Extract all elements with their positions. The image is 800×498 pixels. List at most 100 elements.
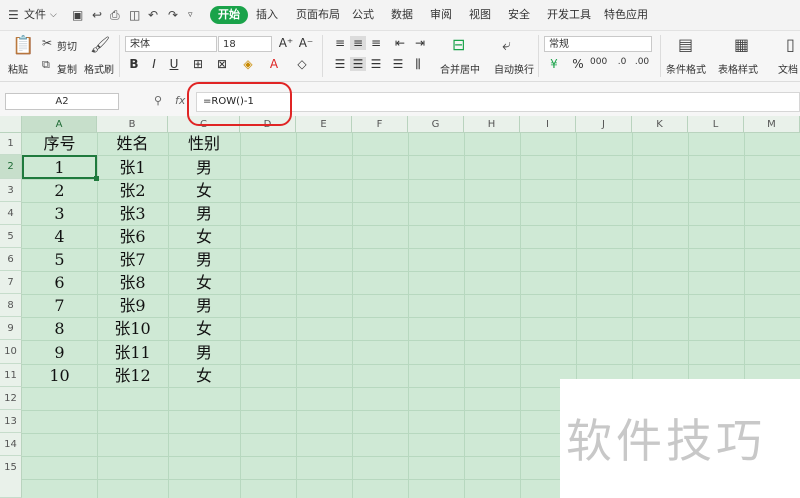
cell-b5[interactable]: 张6 <box>97 225 168 248</box>
border-icon[interactable]: ⊞ <box>190 57 206 71</box>
tab-home[interactable]: 开始 <box>210 6 248 24</box>
cell-a9[interactable]: 8 <box>22 317 97 340</box>
decimal-decrease-icon[interactable]: .00 <box>634 57 650 67</box>
column-header-i[interactable]: I <box>520 116 576 133</box>
zoom-icon[interactable]: ⚲ <box>154 94 162 107</box>
strikethrough-icon[interactable]: ⊠ <box>214 57 230 71</box>
cell-a7[interactable]: 6 <box>22 271 97 294</box>
scissors-icon[interactable]: ✂ <box>42 36 52 50</box>
cell-c4[interactable]: 男 <box>168 202 240 225</box>
clear-format-icon[interactable]: ◇ <box>294 57 310 71</box>
cell-c1[interactable]: 性别 <box>168 133 240 155</box>
align-left-icon[interactable]: ☰ <box>332 57 348 71</box>
cell-b9[interactable]: 张10 <box>97 317 168 340</box>
merge-center-button[interactable]: 合并居中 <box>440 61 480 76</box>
format-painter-icon[interactable]: 🖌 <box>90 35 110 54</box>
paste-button[interactable]: 粘贴 <box>8 61 28 76</box>
font-color-icon[interactable]: A <box>266 57 282 71</box>
save-icon[interactable]: ▣ <box>72 0 83 30</box>
table-style-button[interactable]: 表格样式 <box>718 61 758 76</box>
column-header-j[interactable]: J <box>576 116 632 133</box>
tab-security[interactable]: 安全 <box>508 0 530 30</box>
file-menu[interactable]: 文件 <box>24 0 46 30</box>
cell-b8[interactable]: 张9 <box>97 294 168 317</box>
cell-c9[interactable]: 女 <box>168 317 240 340</box>
cell-b3[interactable]: 张2 <box>97 179 168 202</box>
row-header-9[interactable]: 9 <box>0 317 22 340</box>
font-size-select[interactable]: 18 <box>218 36 272 52</box>
cell-b4[interactable]: 张3 <box>97 202 168 225</box>
row-header-13[interactable]: 13 <box>0 410 22 433</box>
cell-a3[interactable]: 2 <box>22 179 97 202</box>
format-painter-button[interactable]: 格式刷 <box>84 61 114 76</box>
number-format-select[interactable]: 常规 <box>544 36 652 52</box>
undo-history-icon[interactable]: ↩ <box>92 0 102 30</box>
cell-a8[interactable]: 7 <box>22 294 97 317</box>
indent-decrease-icon[interactable]: ⇤ <box>392 36 408 50</box>
name-box[interactable]: A2 <box>5 93 119 110</box>
cell-a11[interactable]: 10 <box>22 364 97 387</box>
print-icon[interactable]: ⎙ <box>110 0 120 30</box>
align-bottom-icon[interactable]: ≡ <box>368 36 384 50</box>
column-header-b[interactable]: B <box>97 116 168 133</box>
paste-icon[interactable]: 📋 <box>12 35 34 56</box>
row-header-8[interactable]: 8 <box>0 294 22 317</box>
tab-insert[interactable]: 插入 <box>256 0 278 30</box>
row-header-4[interactable]: 4 <box>0 202 22 225</box>
table-style-icon[interactable]: ▦ <box>734 35 749 54</box>
align-right-icon[interactable]: ☰ <box>368 57 384 71</box>
decrease-font-icon[interactable]: A⁻ <box>298 36 314 50</box>
cell-c5[interactable]: 女 <box>168 225 240 248</box>
cell-c3[interactable]: 女 <box>168 179 240 202</box>
chevron-down-icon[interactable]: ⌵ <box>50 0 57 30</box>
undo-icon[interactable]: ↶ <box>148 0 158 30</box>
hamburger-menu-icon[interactable]: ☰ <box>8 0 19 30</box>
conditional-format-icon[interactable]: ▤ <box>678 35 693 54</box>
tab-special-apps[interactable]: 特色应用 <box>604 0 648 30</box>
cell-a4[interactable]: 3 <box>22 202 97 225</box>
row-header-2[interactable]: 2 <box>0 155 22 179</box>
currency-icon[interactable]: ¥ <box>546 57 562 71</box>
cell-a10[interactable]: 9 <box>22 341 97 364</box>
column-header-f[interactable]: F <box>352 116 408 133</box>
column-header-h[interactable]: H <box>464 116 520 133</box>
cell-c11[interactable]: 女 <box>168 364 240 387</box>
column-header-c[interactable]: C <box>168 116 240 133</box>
cell-c7[interactable]: 女 <box>168 271 240 294</box>
tab-view[interactable]: 视图 <box>469 0 491 30</box>
copy-icon[interactable]: ⧉ <box>42 58 50 72</box>
cell-b2[interactable]: 张1 <box>97 156 168 179</box>
align-middle-icon[interactable]: ≡ <box>350 36 366 50</box>
tab-data[interactable]: 数据 <box>391 0 413 30</box>
cell-b10[interactable]: 张11 <box>97 341 168 364</box>
column-header-l[interactable]: L <box>688 116 744 133</box>
conditional-format-button[interactable]: 条件格式 <box>666 61 706 76</box>
merge-center-icon[interactable]: ⊟ <box>452 35 465 54</box>
indent-increase-icon[interactable]: ⇥ <box>412 36 428 50</box>
formula-input[interactable]: =ROW()-1 <box>196 92 800 112</box>
tab-review[interactable]: 审阅 <box>430 0 452 30</box>
copy-button[interactable]: 复制 <box>57 61 77 76</box>
row-header-11[interactable]: 11 <box>0 364 22 387</box>
cell-c10[interactable]: 男 <box>168 341 240 364</box>
justify-icon[interactable]: ☰ <box>390 57 406 71</box>
distributed-icon[interactable]: ⫼ <box>410 57 426 72</box>
print-preview-icon[interactable]: ◫ <box>129 0 140 30</box>
cell-c8[interactable]: 男 <box>168 294 240 317</box>
column-header-d[interactable]: D <box>240 116 296 133</box>
cell-b11[interactable]: 张12 <box>97 364 168 387</box>
row-header-5[interactable]: 5 <box>0 225 22 248</box>
bold-icon[interactable]: B <box>126 57 142 71</box>
row-header-1[interactable]: 1 <box>0 133 22 155</box>
row-header-15[interactable]: 15 <box>0 456 22 498</box>
column-header-a[interactable]: A <box>22 116 97 133</box>
row-header-3[interactable]: 3 <box>0 179 22 202</box>
decimal-increase-icon[interactable]: .0 <box>614 57 630 67</box>
cell-b6[interactable]: 张7 <box>97 248 168 271</box>
row-header-12[interactable]: 12 <box>0 387 22 410</box>
underline-icon[interactable]: U <box>166 57 182 71</box>
column-header-m[interactable]: M <box>744 116 800 133</box>
cell-c6[interactable]: 男 <box>168 248 240 271</box>
wrap-text-button[interactable]: 自动换行 <box>494 61 534 76</box>
column-header-e[interactable]: E <box>296 116 352 133</box>
